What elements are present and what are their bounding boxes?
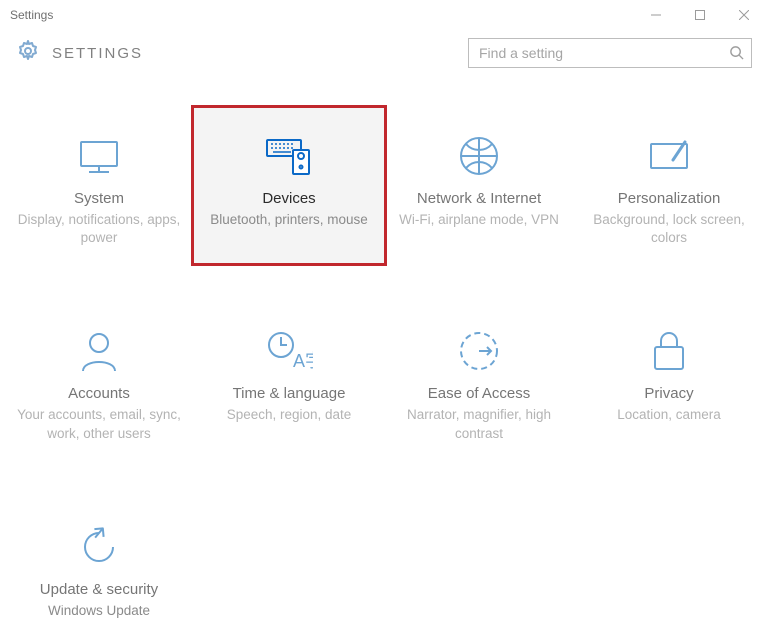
tile-update-security[interactable]: Update & security Windows Update — [4, 499, 194, 636]
tile-desc: Speech, region, date — [227, 406, 352, 424]
tile-devices[interactable]: Devices Bluetooth, printers, mouse — [194, 108, 384, 263]
tile-title: Network & Internet — [417, 190, 541, 207]
minimize-icon — [651, 10, 661, 20]
tile-title: Personalization — [618, 190, 721, 207]
tile-desc: Background, lock screen, colors — [586, 211, 752, 247]
tile-desc: Narrator, magnifier, high contrast — [396, 406, 562, 442]
update-security-icon — [77, 519, 121, 575]
accounts-icon — [79, 323, 119, 379]
tile-time-language[interactable]: A字 Time & language Speech, region, date — [194, 303, 384, 458]
gear-icon — [16, 39, 40, 68]
network-icon — [457, 128, 501, 184]
tile-desc: Wi-Fi, airplane mode, VPN — [399, 211, 559, 229]
tile-privacy[interactable]: Privacy Location, camera — [574, 303, 764, 458]
privacy-icon — [651, 323, 687, 379]
tile-desc: Your accounts, email, sync, work, other … — [16, 406, 182, 442]
close-icon — [739, 10, 749, 20]
time-language-icon: A字 — [265, 323, 313, 379]
tile-title: Time & language — [233, 385, 346, 402]
tile-desc: Display, notifications, apps, power — [16, 211, 182, 247]
tile-title: Privacy — [644, 385, 693, 402]
svg-text:A字: A字 — [293, 351, 313, 371]
close-button[interactable] — [722, 0, 766, 30]
tile-desc: Bluetooth, printers, mouse — [210, 211, 368, 229]
tile-title: Accounts — [68, 385, 130, 402]
tile-grid: System Display, notifications, apps, pow… — [0, 76, 768, 636]
tile-personalization[interactable]: Personalization Background, lock screen,… — [574, 108, 764, 263]
search-input[interactable] — [468, 38, 752, 68]
header: SETTINGS — [0, 30, 768, 76]
search-icon — [729, 45, 744, 65]
personalization-icon — [645, 128, 693, 184]
tile-network[interactable]: Network & Internet Wi-Fi, airplane mode,… — [384, 108, 574, 263]
app-title: SETTINGS — [52, 45, 143, 62]
tile-desc: Windows Update — [48, 602, 150, 620]
tile-ease-of-access[interactable]: Ease of Access Narrator, magnifier, high… — [384, 303, 574, 458]
ease-of-access-icon — [457, 323, 501, 379]
minimize-button[interactable] — [634, 0, 678, 30]
tile-title: System — [74, 190, 124, 207]
devices-icon — [263, 128, 315, 184]
maximize-button[interactable] — [678, 0, 722, 30]
titlebar: Settings — [0, 0, 768, 30]
tile-accounts[interactable]: Accounts Your accounts, email, sync, wor… — [4, 303, 194, 458]
tile-title: Update & security — [40, 581, 158, 598]
tile-system[interactable]: System Display, notifications, apps, pow… — [4, 108, 194, 263]
tile-desc: Location, camera — [617, 406, 721, 424]
tile-title: Ease of Access — [428, 385, 531, 402]
search-wrap — [468, 38, 752, 68]
maximize-icon — [695, 10, 705, 20]
system-icon — [75, 128, 123, 184]
tile-title: Devices — [262, 190, 315, 207]
window-title: Settings — [10, 8, 53, 22]
